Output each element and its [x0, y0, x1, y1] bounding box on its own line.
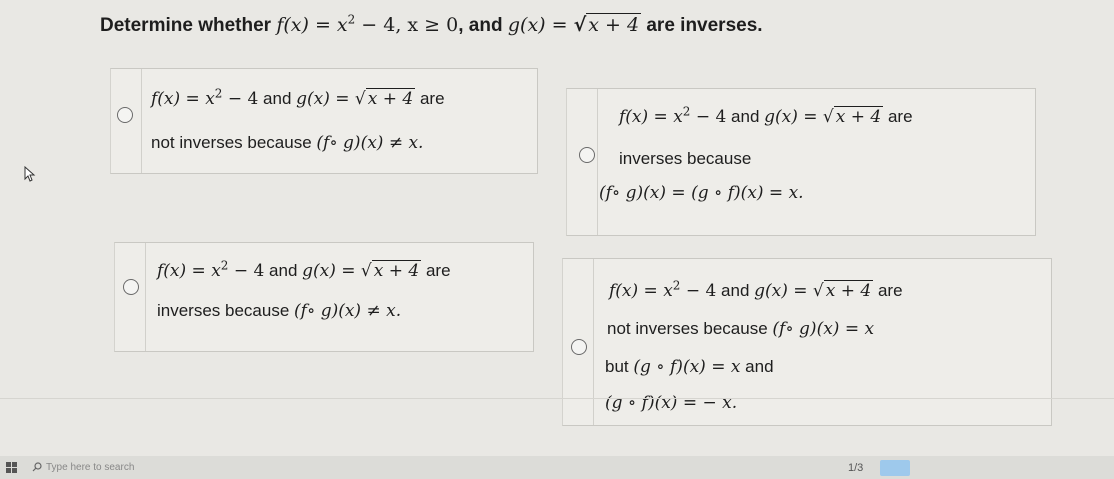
option-c-line-2: inverses because (f∘ g)(x) ≠ x.: [157, 301, 402, 321]
sqrt-expression: √ x + 4: [573, 13, 642, 36]
search-icon: [32, 462, 42, 472]
page-button[interactable]: [880, 460, 910, 476]
divider: [0, 398, 1114, 399]
option-a-line-2: not inverses because (f∘ g)(x) ≠ x.: [151, 133, 424, 153]
taskbar: Type here to search 1/3: [0, 456, 1114, 479]
option-d-line-4: (g ∘ f)(x) = − x.: [605, 393, 738, 413]
option-b-line-2: inverses because: [619, 149, 752, 168]
mouse-cursor-icon: [24, 166, 36, 182]
option-d-line-1: f(x) = x2 − 4 and g(x) = √ x + 4 are: [609, 278, 903, 301]
option-b-line-3: (f∘ g)(x) = (g ∘ f)(x) = x.: [599, 183, 804, 203]
radio-option-a[interactable]: [117, 107, 133, 123]
answer-option-c[interactable]: f(x) = x2 − 4 and g(x) = √ x + 4 are inve…: [114, 242, 534, 352]
page-indicator: 1/3: [848, 462, 864, 474]
answer-option-a[interactable]: f(x) = x2 − 4 and g(x) = √ x + 4 are not …: [110, 68, 538, 174]
option-d-line-2: not inverses because (f∘ g)(x) = x: [607, 319, 875, 339]
option-b-line-1: f(x) = x2 − 4 and g(x) = √ x + 4 are: [619, 104, 913, 127]
taskbar-search-input[interactable]: Type here to search: [30, 458, 190, 478]
radio-option-c[interactable]: [123, 279, 139, 295]
option-c-line-1: f(x) = x2 − 4 and g(x) = √ x + 4 are: [157, 258, 451, 281]
answer-option-b[interactable]: f(x) = x2 − 4 and g(x) = √ x + 4 are inve…: [566, 88, 1036, 236]
answer-option-d[interactable]: f(x) = x2 − 4 and g(x) = √ x + 4 are not …: [562, 258, 1052, 426]
option-a-line-1: f(x) = x2 − 4 and g(x) = √ x + 4 are: [151, 86, 445, 109]
radio-option-d[interactable]: [571, 339, 587, 355]
question-text: Determine whether f(x) = x2 − 4, x ≥ 0, …: [100, 12, 763, 36]
windows-start-icon[interactable]: [6, 462, 17, 473]
radio-option-b[interactable]: [579, 147, 595, 163]
option-d-line-3: but (g ∘ f)(x) = x and: [605, 357, 774, 377]
